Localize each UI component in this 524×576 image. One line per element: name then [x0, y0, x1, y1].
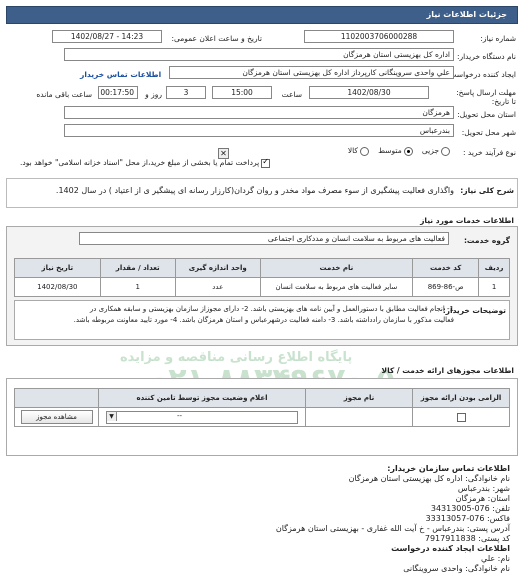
services-col-date: تاریخ نیاز	[14, 258, 101, 278]
permits-row: -- ▼ مشاهده مجوز	[14, 407, 510, 427]
footer-fax: فاکس: 076-33313057	[425, 514, 510, 523]
permits-col-required: الزامی بودن ارائه مجوز	[412, 388, 510, 408]
permits-section-title: اطلاعات مجوزهای ارائه خدمت / کالا	[381, 366, 514, 375]
service-group-field[interactable]: فعالیت های مربوط به سلامت انسان و مددکار…	[79, 232, 449, 245]
payment-note: پرداخت تمام یا بخشی از مبلغ خرید،از محل …	[20, 157, 272, 168]
table-cell-col-qty: 1	[99, 277, 176, 297]
permits-table: الزامی بودن ارائه مجوز نام مجوز اعلام وض…	[14, 388, 510, 427]
city-field[interactable]: بندرعباس	[64, 124, 454, 137]
remaining-time-field[interactable]: 00:17:50	[98, 86, 138, 99]
deadline-label: مهلت ارسال پاسخ: تا تاریخ:	[456, 88, 516, 106]
time-label: ساعت	[281, 90, 302, 99]
permits-col-action	[14, 388, 99, 408]
announce-field[interactable]: 1402/08/27 - 14:23	[52, 30, 162, 43]
footer-province: استان: هرمزگان	[455, 494, 510, 503]
announce-label: تاریخ و ساعت اعلان عمومی:	[171, 34, 262, 43]
chevron-down-icon[interactable]: ▼	[107, 411, 117, 421]
summary-text: واگذاری فعالیت پیشگیری از سوء مصرف مواد …	[55, 186, 454, 195]
service-group-label: گروه خدمت:	[463, 236, 510, 245]
radio-goods[interactable]: کالا	[348, 146, 371, 156]
radio-partial-icon[interactable]	[441, 146, 450, 156]
permits-col-name: نام مجوز	[305, 388, 413, 408]
page-header: جزئیات اطلاعات نیاز	[6, 6, 518, 24]
buyer-notes-line2: فعالیت مذکور با سازمان رادداشته باشد. 3-…	[73, 316, 454, 324]
permit-status-select[interactable]: -- ▼	[106, 410, 298, 424]
close-icon[interactable]: ✕	[218, 148, 229, 159]
footer-address: آدرس پستی: بندرعباس - خ آیت الله غفاری -…	[275, 524, 510, 533]
footer-postal: کد پستی: 7917911838	[424, 534, 510, 543]
page-title: جزئیات اطلاعات نیاز	[426, 10, 507, 19]
table-cell-col-unit: عدد	[174, 277, 261, 297]
days-field[interactable]: 3	[166, 86, 206, 99]
purchase-type-label: نوع فرآیند خرید :	[462, 148, 516, 157]
purchase-type-options: جزیی متوسط کالا	[348, 146, 452, 156]
services-col-row: ردیف	[478, 258, 510, 278]
services-col-qty: تعداد / مقدار	[99, 258, 176, 278]
summary-label: شرح کلی نیاز:	[460, 186, 514, 195]
buyer-label: نام دستگاه خریدار:	[456, 52, 516, 61]
services-col-name: نام خدمت	[259, 258, 414, 278]
services-table: ردیف کد خدمت نام خدمت واحد اندازه گیری تعداد…	[14, 258, 510, 297]
permit-action-cell: مشاهده مجوز	[14, 407, 99, 427]
province-label: استان محل تحویل:	[457, 110, 516, 119]
table-cell-col-name: سایر فعالیت های مربوط به سلامت انسان	[259, 277, 414, 297]
city-label: شهر محل تحویل:	[461, 128, 516, 137]
services-section-title: اطلاعات خدمات مورد نیاز	[420, 216, 514, 225]
remaining-label: ساعت باقی مانده	[36, 90, 92, 99]
deadline-time-field[interactable]: 15:00	[212, 86, 272, 99]
need-number-label: شماره نیاز:	[480, 34, 516, 43]
deadline-date-field[interactable]: 1402/08/30	[309, 86, 429, 99]
services-table-body: 1 ص-86-869 سایر فعالیت های مربوط به سلامت …	[14, 277, 510, 297]
radio-partial[interactable]: جزیی	[422, 146, 452, 156]
footer-org-name: نام خانوادگی: اداره کل بهزیستی استان هرم…	[348, 474, 510, 483]
table-cell-col-date: 1402/08/30	[14, 277, 101, 297]
footer-org-title: اطلاعات تماس سازمان خریدار:	[387, 464, 510, 473]
footer-creator-title: اطلاعات ایجاد کننده درخواست	[391, 544, 510, 553]
footer-creator-family: نام خانوادگی: واحدی سروینگانی	[403, 564, 510, 573]
table-cell-col-row: 1	[478, 277, 510, 297]
services-col-unit: واحد اندازه گیری	[174, 258, 261, 278]
radio-medium-icon[interactable]	[403, 146, 413, 156]
payment-checkbox[interactable]	[261, 157, 271, 168]
contact-info-link[interactable]: اطلاعات تماس خریدار	[80, 70, 161, 79]
footer-city: شهر: بندرعباس	[457, 484, 510, 493]
days-label: روز و	[145, 90, 162, 99]
province-field[interactable]: هرمزگان	[64, 106, 454, 119]
permit-name-cell	[305, 407, 413, 427]
requester-label: ایجاد کننده درخواست:	[446, 70, 516, 79]
requester-field[interactable]: علي واحدی سروینگانی کارپرداز اداره کل به…	[169, 66, 454, 79]
services-col-code: کد خدمت	[412, 258, 480, 278]
table-cell-col-code: ص-86-869	[412, 277, 480, 297]
footer-creator-name: نام: علي	[481, 554, 510, 563]
radio-goods-icon[interactable]	[360, 146, 369, 156]
permit-status-cell: -- ▼	[98, 407, 306, 427]
buyer-field[interactable]: اداره کل بهزیستی استان هرمزگان	[64, 48, 454, 61]
need-number-field[interactable]: 1102003706000288	[304, 30, 454, 43]
permit-required-checkbox[interactable]	[456, 412, 466, 422]
services-table-header: ردیف کد خدمت نام خدمت واحد اندازه گیری تعداد…	[14, 258, 510, 278]
footer-phone: تلفن: 076-34313005	[430, 504, 510, 513]
buyer-notes-line1: 1- انجام فعالیت مطابق با دستورالعمل و آی…	[89, 305, 454, 313]
permits-col-status: اعلام وضعیت مجوز توسط تامین کننده	[98, 388, 306, 408]
permit-required-cell	[412, 407, 510, 427]
radio-medium[interactable]: متوسط	[378, 146, 415, 156]
table-row[interactable]: 1 ص-86-869 سایر فعالیت های مربوط به سلامت …	[14, 277, 510, 297]
view-permit-button[interactable]: مشاهده مجوز	[20, 410, 93, 424]
